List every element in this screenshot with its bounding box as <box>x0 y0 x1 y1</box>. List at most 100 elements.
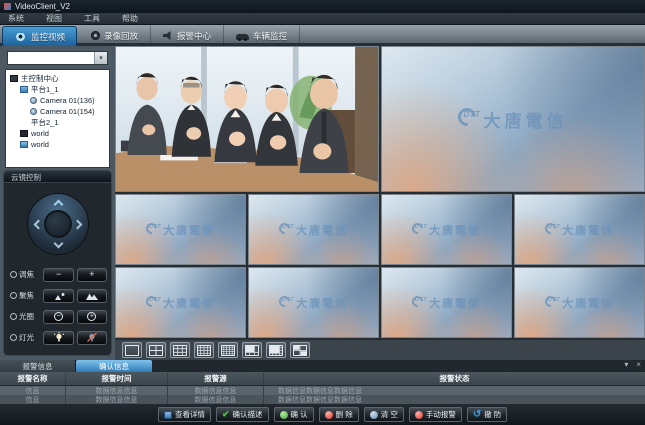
arrow-down-icon[interactable] <box>53 239 63 249</box>
zoom-label: 调焦 <box>19 269 40 280</box>
layout-mixed-button[interactable] <box>290 342 310 358</box>
focus-near-button[interactable] <box>43 289 73 303</box>
menu-system[interactable]: 系统 <box>8 13 24 24</box>
device-search-combo[interactable]: ▾ <box>7 51 108 65</box>
ptz-panel-title: 云镜控制 <box>4 171 111 183</box>
tab-alarm-center[interactable]: 报警中心 <box>151 25 224 46</box>
tree-node-control-center[interactable]: 主控制中心 <box>10 73 109 84</box>
tab-label: 录像回放 <box>104 30 138 42</box>
view-detail-button[interactable]: 查看详情 <box>158 407 211 422</box>
video-tile-5[interactable]: DTT大唐電信 <box>381 194 512 265</box>
video-tile-10[interactable]: DTT大唐電信 <box>514 267 645 338</box>
layout-4-button[interactable] <box>146 342 166 358</box>
alarm-table-header: 报警名称 报警时间 报警源 报警状态 <box>0 372 645 386</box>
layout-25-button[interactable] <box>218 342 238 358</box>
light-on-button[interactable] <box>43 331 73 345</box>
host-icon <box>20 86 28 93</box>
tab-confirm-info[interactable]: 确认信息 <box>76 360 152 372</box>
main-video-feed <box>116 47 378 191</box>
button-label: 确 认 <box>291 409 308 420</box>
dtt-watermark: DTT大唐電信 <box>412 221 481 238</box>
device-search-input[interactable] <box>8 52 94 64</box>
focus-far-button[interactable] <box>77 289 107 303</box>
watermark-name: 大唐電信 <box>296 295 348 311</box>
video-tile-9[interactable]: DTT大唐電信 <box>381 267 512 338</box>
menu-view[interactable]: 视图 <box>46 13 62 24</box>
light-off-button[interactable] <box>77 331 107 345</box>
video-tile-main[interactable] <box>115 46 379 192</box>
tree-node-platform2[interactable]: 平台2_1 <box>10 117 109 128</box>
arrow-right-icon[interactable] <box>72 220 82 230</box>
title-bar: VideoClient_V2 <box>0 0 645 13</box>
layout-mixed-icon <box>293 345 307 356</box>
arrow-up-icon[interactable] <box>53 200 63 210</box>
layout-1-7-button[interactable] <box>266 342 286 358</box>
video-tile-7[interactable]: DTT大唐電信 <box>115 267 246 338</box>
video-tile-6[interactable]: DTT大唐電信 <box>514 194 645 265</box>
circled-minus-icon: − <box>54 312 63 321</box>
zoom-in-button[interactable]: + <box>77 268 107 282</box>
eye-icon <box>14 33 27 41</box>
server-icon <box>20 130 28 137</box>
video-tile-3[interactable]: DTT大唐電信 <box>115 194 246 265</box>
tab-alarm-info[interactable]: 报警信息 <box>0 360 76 372</box>
crescent-icon <box>455 104 480 129</box>
iris-open-button[interactable]: + <box>77 310 107 324</box>
layout-16-button[interactable] <box>194 342 214 358</box>
tab-vehicle-monitor[interactable]: 车辆监控 <box>224 25 300 46</box>
cell-name: 信息 <box>0 395 65 405</box>
dtt-watermark: DTT大唐電信 <box>545 294 614 311</box>
tree-node-camera-136[interactable]: Camera 01(136) <box>10 95 109 106</box>
close-icon[interactable]: × <box>636 361 641 369</box>
tree-label: world <box>31 129 49 138</box>
tree-node-camera-154[interactable]: Camera 01(154) <box>10 106 109 117</box>
delete-button[interactable]: 删 除 <box>319 407 359 422</box>
disarm-button[interactable]: ↺ 撤 防 <box>467 407 507 422</box>
tab-live-video[interactable]: 监控视频 <box>2 26 77 47</box>
confirm-button[interactable]: 确 认 <box>274 407 314 422</box>
menu-help[interactable]: 帮助 <box>122 13 138 24</box>
zoom-out-button[interactable]: − <box>43 268 73 282</box>
alarm-row[interactable]: 信息 数据信息信息 数据信息信息 数据信息数据信息数据信息 <box>0 395 645 404</box>
dtt-watermark: DTT大唐電信 <box>146 221 215 238</box>
video-tile-8[interactable]: DTT大唐電信 <box>248 267 379 338</box>
tree-label: Camera 01(154) <box>40 107 95 116</box>
clear-button[interactable]: 清 空 <box>364 407 404 422</box>
video-tile-4[interactable]: DTT大唐電信 <box>248 194 379 265</box>
tree-node-world-1[interactable]: world <box>10 128 109 139</box>
watermark-name: 大唐電信 <box>163 295 215 311</box>
arrow-left-icon[interactable] <box>33 220 43 230</box>
confirm-description-button[interactable]: ✔ 确认描述 <box>216 407 269 422</box>
layout-1-button[interactable] <box>122 342 142 358</box>
tab-label: 监控视频 <box>31 31 65 43</box>
undo-arrow-icon: ↺ <box>473 410 481 420</box>
video-tile-2[interactable]: DTT 大唐電信 <box>381 46 645 192</box>
iris-row-icon <box>10 313 17 320</box>
tree-node-world-2[interactable]: world <box>10 139 109 150</box>
ptz-panel: 云镜控制 调焦 − + 聚焦 <box>3 170 112 356</box>
dtt-watermark: DTT大唐電信 <box>279 221 348 238</box>
clear-icon <box>370 411 378 419</box>
collapse-icon[interactable]: ▾ <box>624 361 628 369</box>
far-focus-icon <box>85 291 99 301</box>
tab-playback[interactable]: 录像回放 <box>79 25 151 46</box>
speaker-icon <box>163 31 173 40</box>
ptz-dpad[interactable] <box>27 193 89 255</box>
dtt-watermark: DTT 大唐電信 <box>458 106 567 132</box>
ptz-iris-row: 光圈 − + <box>10 308 107 325</box>
iris-close-button[interactable]: − <box>43 310 73 324</box>
layout-16-icon <box>197 345 211 356</box>
chevron-down-icon[interactable]: ▾ <box>94 52 107 64</box>
dtt-watermark: DTT大唐電信 <box>412 294 481 311</box>
cell-status: 数据信息数据信息数据信息 <box>263 395 645 405</box>
layout-1-5-button[interactable] <box>242 342 262 358</box>
menu-tools[interactable]: 工具 <box>84 13 100 24</box>
layout-strip <box>115 340 645 360</box>
manual-alarm-button[interactable]: 手动报警 <box>409 407 462 422</box>
tree-node-platform1[interactable]: 平台1_1 <box>10 84 109 95</box>
layout-9-button[interactable] <box>170 342 190 358</box>
near-focus-icon <box>52 291 66 301</box>
ptz-hub[interactable] <box>44 210 72 238</box>
tree-label: 平台2_1 <box>31 117 59 128</box>
blank-icon <box>20 119 28 126</box>
